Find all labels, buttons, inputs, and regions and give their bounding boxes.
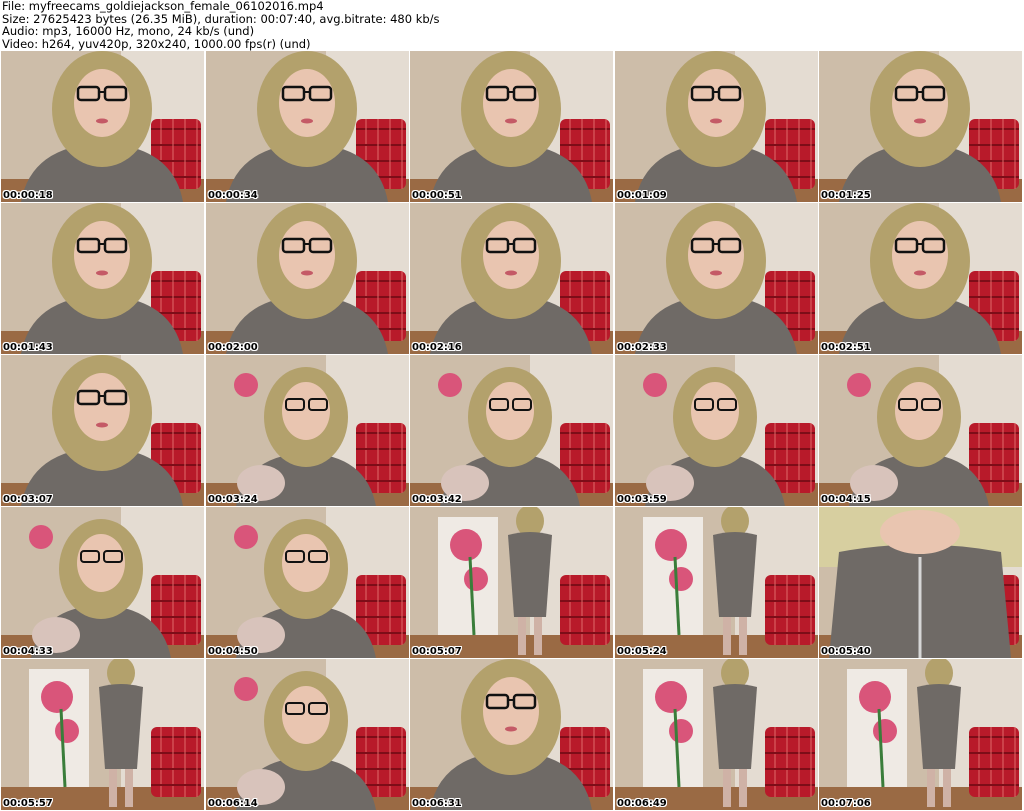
video-frame-thumbnail: 00:01:43: [1, 203, 204, 354]
frame-timestamp: 00:06:31: [412, 798, 462, 809]
frame-image: [1, 355, 204, 506]
video-frame-thumbnail: 00:04:33: [1, 507, 204, 658]
frame-image: [819, 51, 1022, 202]
video-frame-thumbnail: 00:02:51: [819, 203, 1022, 354]
video-frame-thumbnail: 00:03:42: [410, 355, 613, 506]
video-frame-thumbnail: 00:01:09: [615, 51, 818, 202]
video-frame-thumbnail: 00:07:06: [819, 659, 1022, 810]
frame-timestamp: 00:06:14: [208, 798, 258, 809]
video-frame-thumbnail: 00:00:18: [1, 51, 204, 202]
video-frame-thumbnail: 00:02:00: [206, 203, 409, 354]
frame-image: [819, 507, 1022, 658]
video-frame-thumbnail: 00:06:14: [206, 659, 409, 810]
video-frame-thumbnail: 00:02:33: [615, 203, 818, 354]
frame-image: [1, 51, 204, 202]
frame-image: [1, 659, 204, 810]
video-frame-thumbnail: 00:05:57: [1, 659, 204, 810]
frame-image: [615, 659, 818, 810]
frame-timestamp: 00:00:18: [3, 190, 53, 201]
frame-timestamp: 00:02:16: [412, 342, 462, 353]
frame-image: [1, 203, 204, 354]
file-info-header: File: myfreecams_goldiejackson_female_06…: [2, 0, 1022, 50]
frame-image: [615, 355, 818, 506]
frame-timestamp: 00:00:34: [208, 190, 258, 201]
frame-timestamp: 00:04:50: [208, 646, 258, 657]
frame-timestamp: 00:06:49: [617, 798, 667, 809]
frame-image: [1, 507, 204, 658]
frame-timestamp: 00:01:43: [3, 342, 53, 353]
video-frame-thumbnail: 00:02:16: [410, 203, 613, 354]
video-frame-thumbnail: 00:05:24: [615, 507, 818, 658]
frame-timestamp: 00:02:00: [208, 342, 258, 353]
frame-timestamp: 00:01:09: [617, 190, 667, 201]
video-frame-thumbnail: 00:00:34: [206, 51, 409, 202]
frame-timestamp: 00:04:15: [821, 494, 871, 505]
file-name-line: File: myfreecams_goldiejackson_female_06…: [2, 0, 324, 13]
thumbnail-grid: 00:00:18 00:00:34 00:00:51 00:01:09 00:01:25…: [1, 51, 1024, 811]
video-frame-thumbnail: 00:05:40: [819, 507, 1022, 658]
frame-timestamp: 00:03:24: [208, 494, 258, 505]
video-frame-thumbnail: 00:00:51: [410, 51, 613, 202]
video-frame-thumbnail: 00:04:50: [206, 507, 409, 658]
video-frame-thumbnail: 00:06:49: [615, 659, 818, 810]
frame-timestamp: 00:07:06: [821, 798, 871, 809]
video-frame-thumbnail: 00:04:15: [819, 355, 1022, 506]
frame-image: [410, 203, 613, 354]
frame-image: [206, 51, 409, 202]
frame-image: [206, 507, 409, 658]
frame-timestamp: 00:05:24: [617, 646, 667, 657]
frame-image: [615, 507, 818, 658]
frame-timestamp: 00:05:57: [3, 798, 53, 809]
frame-timestamp: 00:02:33: [617, 342, 667, 353]
frame-image: [206, 203, 409, 354]
frame-image: [206, 355, 409, 506]
frame-timestamp: 00:03:42: [412, 494, 462, 505]
video-info-line: Video: h264, yuv420p, 320x240, 1000.00 f…: [2, 36, 311, 51]
video-frame-thumbnail: 00:01:25: [819, 51, 1022, 202]
frame-image: [819, 203, 1022, 354]
frame-image: [615, 51, 818, 202]
frame-timestamp: 00:05:07: [412, 646, 462, 657]
frame-timestamp: 00:04:33: [3, 646, 53, 657]
frame-image: [410, 355, 613, 506]
frame-timestamp: 00:00:51: [412, 190, 462, 201]
frame-timestamp: 00:05:40: [821, 646, 871, 657]
frame-image: [410, 659, 613, 810]
video-frame-thumbnail: 00:03:07: [1, 355, 204, 506]
frame-timestamp: 00:02:51: [821, 342, 871, 353]
frame-image: [206, 659, 409, 810]
frame-timestamp: 00:01:25: [821, 190, 871, 201]
video-frame-thumbnail: 00:03:24: [206, 355, 409, 506]
video-frame-thumbnail: 00:06:31: [410, 659, 613, 810]
video-frame-thumbnail: 00:05:07: [410, 507, 613, 658]
frame-image: [819, 355, 1022, 506]
audio-info-line: Audio: mp3, 16000 Hz, mono, 24 kb/s (und…: [2, 24, 255, 38]
video-frame-thumbnail: 00:03:59: [615, 355, 818, 506]
frame-image: [410, 51, 613, 202]
frame-timestamp: 00:03:07: [3, 494, 53, 505]
frame-image: [615, 203, 818, 354]
frame-timestamp: 00:03:59: [617, 494, 667, 505]
frame-image: [819, 659, 1022, 810]
frame-image: [410, 507, 613, 658]
